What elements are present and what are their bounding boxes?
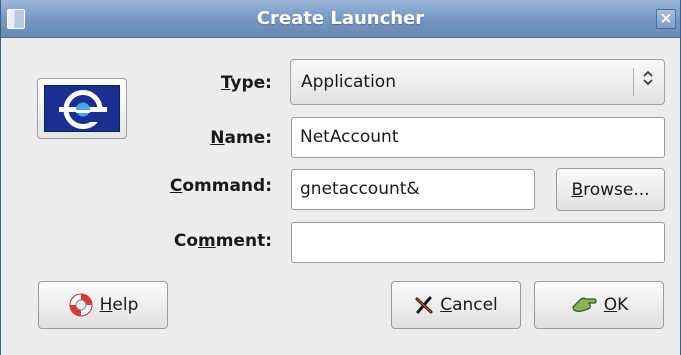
name-input[interactable]: NetAccount [291,117,665,158]
browse-button[interactable]: Browse... [556,168,665,211]
type-combobox-value: Application [301,72,396,92]
window-title: Create Launcher [256,8,425,29]
ok-button[interactable]: OK [534,281,664,329]
command-input[interactable]: gnetaccount& [291,169,535,210]
comment-input[interactable] [291,222,665,263]
netaccount-app-icon [44,85,120,132]
launcher-icon-button[interactable] [37,78,127,139]
cancel-button[interactable]: Cancel [391,281,521,329]
dialog-content: Type: Application Name: NetAccount Comma… [1,39,680,355]
combo-separator [633,68,634,96]
type-combobox[interactable]: Application [290,59,665,105]
lifebuoy-icon [69,293,93,317]
combo-arrows-icon [638,60,658,104]
close-icon: × [659,9,673,27]
comment-label: Comment: [173,231,272,251]
ok-hand-icon [571,297,597,312]
titlebar[interactable]: Create Launcher × [1,0,680,38]
cancel-x-icon [415,296,433,314]
create-launcher-dialog: Create Launcher × Type: Application Name… [0,0,681,355]
type-label: Type: [220,73,272,93]
e-logo-icon [59,90,107,129]
command-label: Command: [169,176,272,196]
close-button[interactable]: × [656,9,676,29]
name-label: Name: [210,128,272,148]
help-button[interactable]: Help [38,281,168,329]
